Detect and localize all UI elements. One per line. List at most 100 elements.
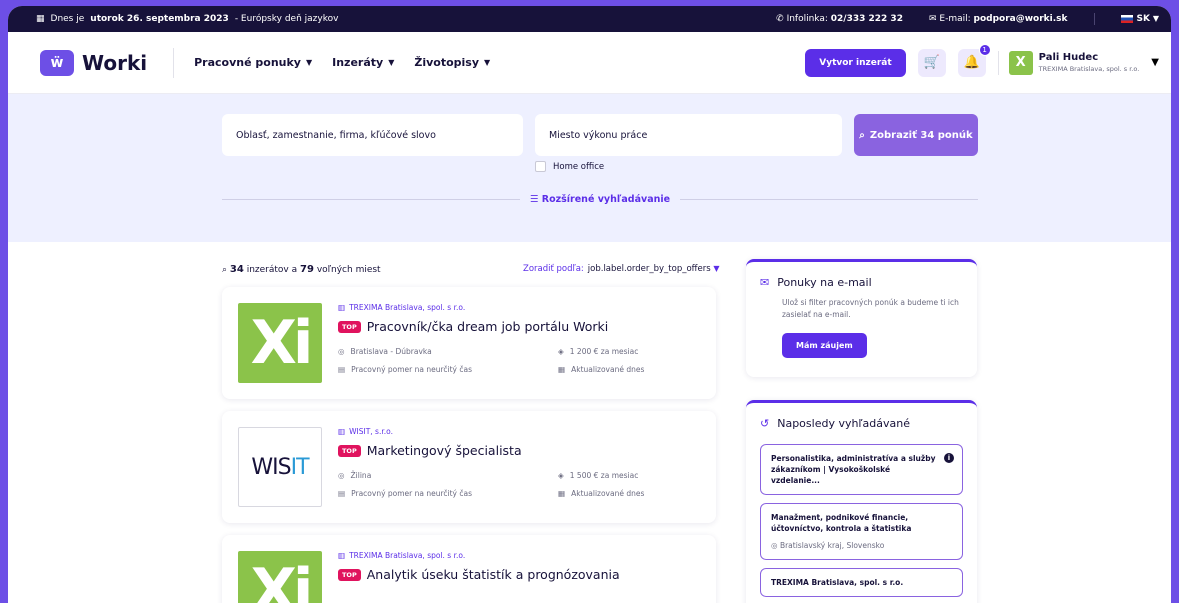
job-title[interactable]: TOP Pracovník/čka dream job portálu Worki — [338, 319, 608, 334]
main-nav: Pracovné ponuky ▼ Inzeráty ▼ Životopisy ▼ — [194, 56, 490, 69]
building-icon: ▥ — [338, 427, 346, 436]
recent-searches-title: ↺ Naposledy vyhľadávané — [760, 417, 911, 430]
chevron-down-icon: ▼ — [305, 58, 313, 67]
cart-icon: 🛒 — [923, 55, 940, 70]
nav-zivotopisy[interactable]: Životopisy ▼ — [414, 56, 490, 69]
building-icon: ▥ — [338, 303, 346, 312]
job-updated: ▦ Aktualizované dnes — [558, 365, 645, 374]
phone-icon: ✆ — [776, 14, 784, 24]
pin-icon: ◎ — [771, 541, 778, 550]
search-button[interactable]: ⌕ Zobraziť 34 ponúk — [854, 114, 978, 156]
document-icon: ▤ — [338, 489, 346, 498]
chevron-down-icon: ▼ — [713, 264, 720, 273]
company-name[interactable]: ▥ TREXIMA Bratislava, spol. s r.o. — [338, 551, 465, 560]
calendar-icon: ▦ — [558, 489, 566, 498]
divider — [173, 47, 175, 78]
email-offers-title: ✉ Ponuky na e-mail — [760, 276, 872, 289]
mail-icon: ✉ — [760, 276, 770, 289]
recent-search-item[interactable]: TREXIMA Bratislava, spol. s r.o. — [760, 568, 963, 597]
search-icon: ⌕ — [222, 265, 228, 275]
worki-logo[interactable]: ẅ Worki — [40, 49, 148, 76]
divider — [222, 199, 520, 200]
email-contact[interactable]: ✉ E-mail: podpora@worki.sk — [929, 14, 1068, 24]
cart-button[interactable]: 🛒 — [917, 48, 946, 77]
company-name[interactable]: ▥ TREXIMA Bratislava, spol. s r.o. — [338, 303, 465, 312]
user-company: TREXIMA Bratislava, spol. s r.o. — [1038, 65, 1140, 73]
chevron-down-icon: ▼ — [1152, 14, 1159, 23]
logo-text: Worki — [82, 50, 148, 75]
job-contract: ▤ Pracovný pomer na neurčitý čas — [338, 489, 472, 498]
job-contract: ▤ Pracovný pomer na neurčitý čas — [338, 365, 472, 374]
results-count: ⌕ 34 inzerátov a 79 voľných miest — [222, 264, 381, 275]
notification-badge: 1 — [978, 43, 991, 56]
top-info-bar: ▦ Dnes je utorok 26. septembra 2023 - Eu… — [8, 6, 1171, 32]
document-icon: ▤ — [338, 365, 346, 374]
chevron-down-icon: ▼ — [1151, 57, 1159, 68]
info-icon[interactable]: i — [944, 453, 954, 463]
keyword-input[interactable]: Oblasť, zamestnanie, firma, kľúčové slov… — [222, 114, 523, 156]
job-salary: ◈ 1 200 € za mesiac — [558, 347, 639, 356]
pin-icon: ◎ — [338, 347, 345, 356]
sliders-icon: ☰ — [529, 194, 539, 205]
job-salary: ◈ 1 500 € za mesiac — [558, 471, 639, 480]
search-section: Oblasť, zamestnanie, firma, kľúčové slov… — [8, 94, 1171, 242]
chevron-down-icon: ▼ — [484, 58, 491, 67]
results-section: ⌕ 34 inzerátov a 79 voľných miest Zoradi… — [8, 242, 1171, 603]
nav-inzeraty[interactable]: Inzeráty ▼ — [332, 56, 394, 69]
building-icon: ▥ — [338, 551, 346, 560]
infolinka[interactable]: ✆ Infolinka: 02/333 222 32 — [776, 14, 903, 24]
job-title[interactable]: TOP Analytik úseku štatistík a prognózova… — [338, 567, 620, 582]
location-input[interactable]: Miesto výkonu práce — [535, 114, 842, 156]
top-badge: TOP — [338, 568, 361, 581]
wisit-logo: WIS IT — [238, 427, 322, 507]
notifications-button[interactable]: 🔔 1 — [957, 43, 991, 77]
divider — [680, 199, 979, 200]
calendar-icon: ▦ — [558, 365, 566, 374]
divider — [1093, 13, 1095, 25]
sort-selector[interactable]: Zoradiť podľa: job.label.order_by_top_off… — [523, 264, 720, 274]
job-title[interactable]: TOP Marketingový špecialista — [338, 443, 522, 458]
bell-icon: 🔔 — [963, 55, 980, 70]
job-card[interactable]: Xi ▥ TREXIMA Bratislava, spol. s r.o. TOP… — [222, 535, 716, 603]
interest-button[interactable]: Mám záujem — [782, 333, 867, 358]
user-menu[interactable]: X Pali Hudec TREXIMA Bratislava, spol. s… — [997, 50, 1159, 75]
email-offers-box: ✉ Ponuky na e-mail Ulož si filter pracovn… — [746, 259, 977, 377]
pin-icon: ◎ — [338, 471, 345, 480]
money-icon: ◈ — [558, 347, 564, 356]
trexima-logo: Xi — [238, 303, 322, 383]
date-value: utorok 26. septembra 2023 — [90, 14, 229, 24]
worki-logo-icon: ẅ — [40, 49, 74, 76]
history-icon: ↺ — [760, 417, 770, 430]
main-header: ẅ Worki Pracovné ponuky ▼ Inzeráty ▼ Život… — [8, 32, 1171, 94]
user-name: Pali Hudec — [1038, 52, 1099, 63]
advanced-search-link[interactable]: ☰ Rozšírené vyhľadávanie — [530, 194, 670, 205]
trexima-logo: Xi — [238, 551, 322, 603]
date-info: ▦ Dnes je utorok 26. septembra 2023 - Eu… — [36, 14, 338, 24]
recent-search-item[interactable]: Personalistika, administratíva a služby … — [760, 444, 963, 495]
avatar: X — [1008, 50, 1033, 75]
job-location: ◎ Bratislava - Dúbravka — [338, 347, 432, 356]
company-name[interactable]: ▥ WISIT, s.r.o. — [338, 427, 393, 436]
job-card[interactable]: Xi ▥ TREXIMA Bratislava, spol. s r.o. TOP… — [222, 287, 716, 399]
language-selector[interactable]: SK ▼ — [1120, 14, 1159, 24]
search-icon: ⌕ — [859, 129, 865, 141]
app-frame: ▦ Dnes je utorok 26. septembra 2023 - Eu… — [8, 6, 1171, 603]
slovak-flag-icon — [1120, 14, 1133, 23]
recent-searches-box: ↺ Naposledy vyhľadávané Personalistika, a… — [746, 400, 977, 603]
date-prefix: Dnes je — [50, 14, 85, 24]
mail-icon: ✉ — [928, 14, 937, 24]
nav-pracovne-ponuky[interactable]: Pracovné ponuky ▼ — [194, 56, 312, 69]
job-card[interactable]: WIS IT ▥ WISIT, s.r.o. TOP Marketingový špe… — [222, 411, 716, 523]
create-ad-button[interactable]: Vytvor inzerát — [805, 48, 906, 77]
recent-search-item[interactable]: Manažment, podnikové financie, účtovníct… — [760, 503, 963, 560]
calendar-icon: ▦ — [36, 14, 45, 24]
top-badge: TOP — [338, 444, 361, 457]
email-offers-text: Ulož si filter pracovných ponúk a budeme… — [782, 298, 959, 319]
chevron-down-icon: ▼ — [388, 58, 395, 67]
advanced-search: ☰ Rozšírené vyhľadávanie — [222, 194, 979, 205]
home-office-option[interactable]: Home office — [535, 161, 604, 172]
date-suffix: - Európsky deň jazykov — [234, 14, 339, 24]
job-location: ◎ Žilina — [338, 471, 372, 480]
job-updated: ▦ Aktualizované dnes — [558, 489, 645, 498]
home-office-checkbox[interactable] — [535, 161, 546, 172]
